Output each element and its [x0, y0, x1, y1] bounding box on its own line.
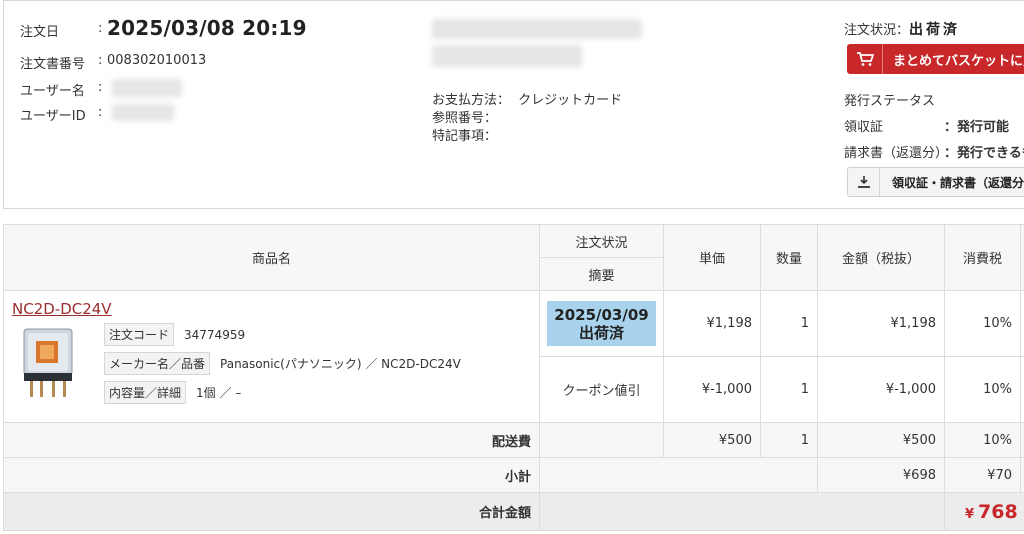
shipping-amount: ¥500 [817, 422, 945, 458]
product-code-tag: 注文コード [104, 323, 175, 346]
payment-method-value: クレジットカード [518, 93, 623, 108]
table-row: NC2D-DC24V 注文コード 34774959 メーカー名／品番 Panas… [3, 290, 1024, 423]
header-amount: 金額（税抜） [817, 224, 945, 291]
order-number-label: 注文書番号 [20, 57, 86, 72]
relay-product-image[interactable] [18, 325, 78, 401]
product-code-row: 注文コード 34774959 [104, 323, 245, 346]
item-status-cell: 2025/03/09 出荷済 [539, 290, 664, 357]
content-value: 1個 ／ – [196, 386, 242, 400]
payment-method-label: お支払方法： [432, 93, 511, 108]
item-quantity: 1 [760, 290, 818, 357]
shipped-status-text: 出荷済 [578, 323, 624, 342]
redacted-address-line-2 [432, 45, 582, 67]
content-row: 内容量／詳細 1個 ／ – [104, 381, 241, 404]
header-unit-price: 単価 [663, 224, 761, 291]
shipping-tax: 10% [944, 422, 1021, 458]
subtotal-tax: ¥70 [944, 457, 1021, 493]
receipt-status-label: 領収証 [844, 120, 884, 135]
shipped-status-badge: 2025/03/09 出荷済 [547, 301, 656, 346]
colon: : [98, 53, 103, 68]
subtotal-amount: ¥698 [817, 457, 945, 493]
colon: : [98, 105, 103, 120]
header-overflow [1020, 224, 1024, 291]
shipped-date: 2025/03/09 [554, 305, 649, 324]
user-name-label: ユーザー名 [20, 84, 85, 99]
invoice-status-label: 請求書（返還分） [844, 146, 949, 161]
header-tax: 消費税 [944, 224, 1021, 291]
order-status-label: 注文状況： [844, 23, 910, 38]
total-yen: ¥ [965, 506, 975, 522]
maker-row: メーカー名／品番 Panasonic(パナソニック) ／ NC2D-DC24V [104, 352, 461, 375]
add-all-to-basket-button[interactable]: まとめてバスケットに入 [847, 44, 1024, 74]
reference-number-label: 参照番号： [432, 111, 498, 126]
redacted-user-name [112, 79, 182, 97]
order-number-value: 008302010013 [107, 53, 207, 68]
product-name-link[interactable]: NC2D-DC24V [12, 300, 112, 318]
table-row: 配送費 ¥500 1 ¥500 10% [3, 422, 1024, 458]
invoice-status-value: ：発行できるも [944, 146, 1024, 161]
total-amount: 768 [978, 500, 1018, 523]
header-summary: 摘要 [539, 257, 664, 291]
header-quantity: 数量 [760, 224, 818, 291]
header-product: 商品名 [3, 224, 540, 291]
coupon-summary: クーポン値引 [539, 356, 664, 423]
shipping-quantity: 1 [760, 422, 818, 458]
coupon-quantity: 1 [760, 356, 818, 423]
cart-icon [847, 44, 883, 74]
coupon-amount: ¥-1,000 [817, 356, 945, 423]
order-items-table: 商品名 注文状況 単価 数量 金額（税抜） 消費税 摘要 NC2D-DC24V [3, 224, 1024, 531]
header-order-status: 注文状況 [539, 224, 664, 258]
download-icon [848, 168, 880, 196]
maker-tag: メーカー名／品番 [104, 352, 211, 375]
order-status-row: 注文状況：出荷済 [844, 19, 960, 39]
receipt-status-value: ：発行可能 [944, 120, 1010, 135]
shipping-unit-price: ¥500 [663, 422, 761, 458]
table-row: 合計金額 ¥768 [3, 492, 1024, 531]
special-note-label: 特記事項： [432, 129, 498, 144]
table-row: 小計 ¥698 ¥70 [3, 457, 1024, 493]
total-amount-cell: ¥768 [944, 492, 1024, 531]
content-tag: 内容量／詳細 [104, 381, 187, 404]
order-status-value: 出荷済 [909, 22, 961, 38]
colon: : [98, 21, 103, 36]
payment-method-row: お支払方法： クレジットカード [432, 89, 622, 108]
coupon-tax: 10% [944, 356, 1021, 423]
add-all-to-basket-label: まとめてバスケットに入 [893, 53, 1024, 69]
coupon-unit-price: ¥-1,000 [663, 356, 761, 423]
item-unit-price: ¥1,198 [663, 290, 761, 357]
download-receipt-button[interactable]: 領収証・請求書（返還分 [847, 167, 1024, 197]
product-code-value: 34774959 [184, 327, 246, 342]
order-summary-panel: 注文日 : 2025/03/08 20:19 注文書番号 : 008302010… [3, 0, 1024, 209]
shipping-label: 配送費 [3, 422, 540, 458]
product-cell: NC2D-DC24V 注文コード 34774959 メーカー名／品番 Panas… [3, 290, 540, 423]
item-tax: 10% [944, 290, 1021, 357]
total-label: 合計金額 [3, 492, 540, 531]
colon: : [98, 80, 103, 95]
order-date-value: 2025/03/08 20:19 [107, 16, 307, 40]
subtotal-label: 小計 [3, 457, 540, 493]
issue-status-heading: 発行ステータス [844, 94, 936, 109]
order-date-label: 注文日 [20, 25, 60, 40]
redacted-address-line-1 [432, 19, 642, 39]
user-id-label: ユーザーID [20, 109, 86, 124]
maker-value: Panasonic(パナソニック) ／ NC2D-DC24V [220, 357, 461, 371]
item-amount: ¥1,198 [817, 290, 945, 357]
redacted-user-id [112, 104, 174, 121]
download-receipt-label: 領収証・請求書（返還分 [892, 175, 1024, 190]
